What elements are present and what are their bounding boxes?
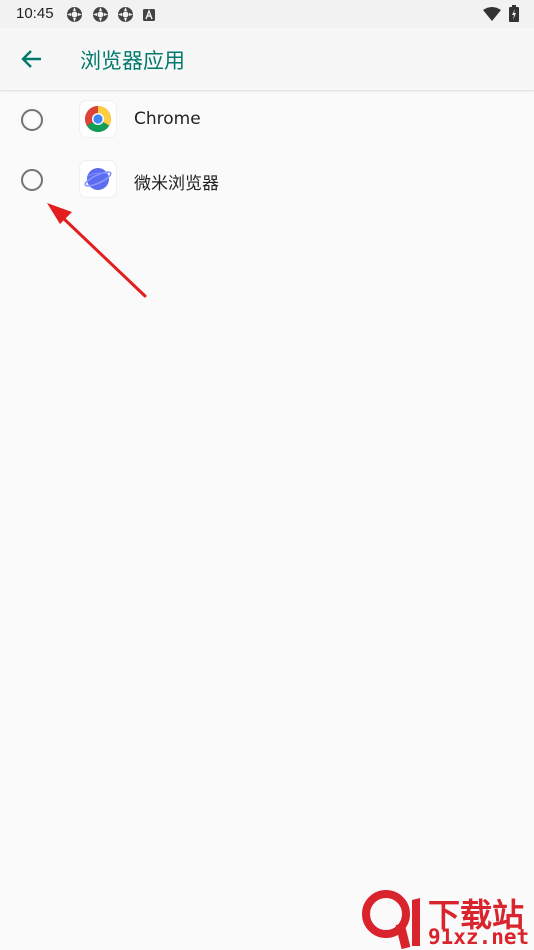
radio-button[interactable] [21, 169, 43, 191]
status-time: 10:45 [16, 5, 54, 22]
list-item-weimi-browser[interactable]: 微米浏览器 [0, 150, 534, 210]
planet-icon [80, 161, 116, 197]
app-bar: 浏览器应用 [0, 28, 534, 91]
wifi-icon [483, 7, 501, 26]
radio-button[interactable] [21, 109, 43, 131]
settings-icon [66, 6, 83, 28]
settings-icon [92, 6, 109, 28]
list-item-chrome[interactable]: Chrome [0, 90, 534, 150]
arrow-back-icon [21, 50, 41, 68]
watermark-url: 91xz.net [428, 925, 530, 949]
list-item-label: Chrome [134, 109, 201, 129]
chrome-icon [80, 101, 116, 137]
page-title: 浏览器应用 [80, 49, 185, 73]
list-item-label: 微米浏览器 [134, 174, 219, 194]
settings-icon [117, 6, 134, 28]
status-bar: 10:45 [0, 0, 534, 28]
battery-icon [509, 5, 519, 27]
a-badge-icon [143, 8, 155, 26]
back-button[interactable] [14, 43, 50, 75]
